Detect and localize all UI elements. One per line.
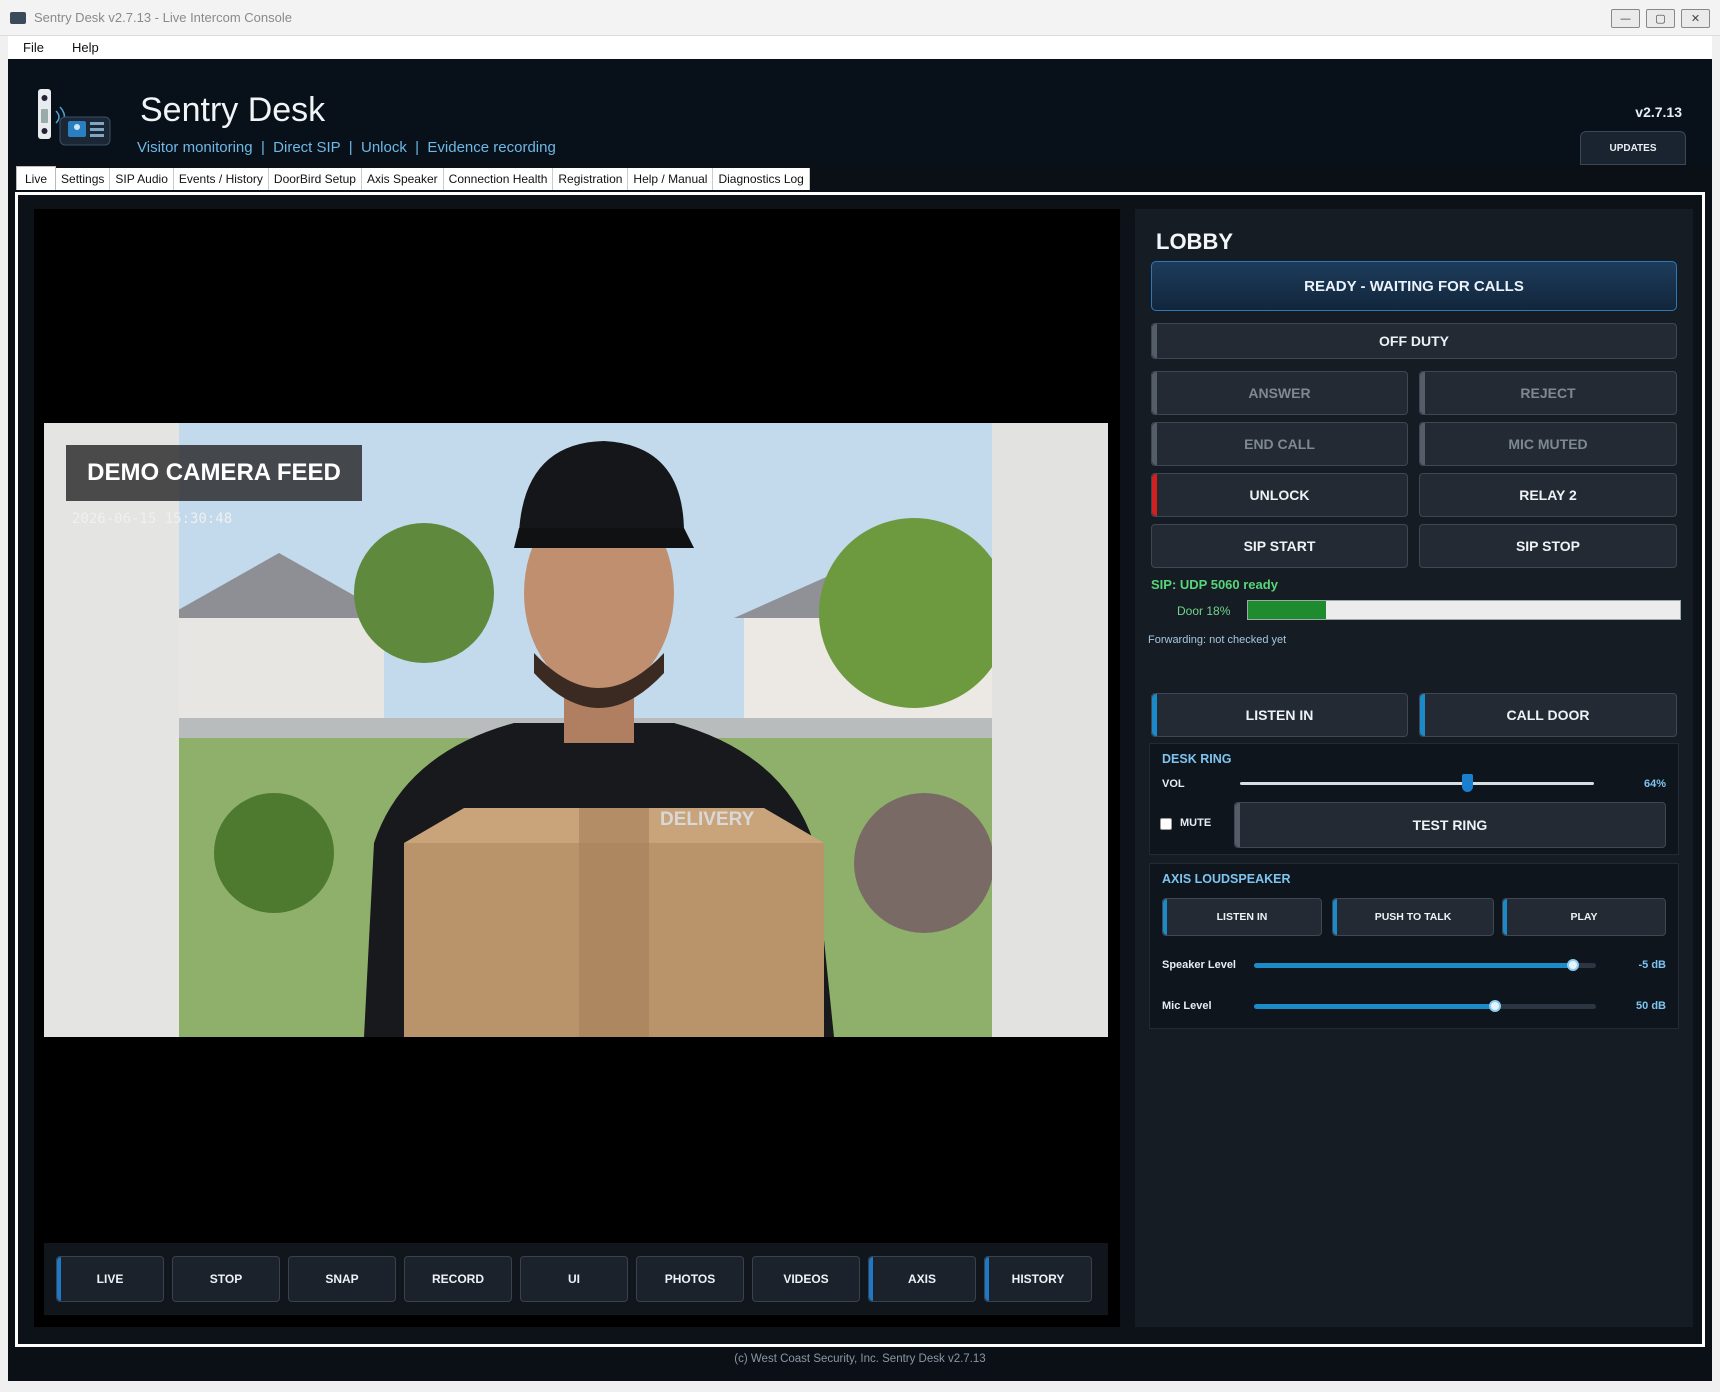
tab-live[interactable]: Live [16,166,57,190]
camera-timestamp: 2026-06-15 15:30:48 [72,511,233,527]
tab-help-manual[interactable]: Help / Manual [628,168,714,190]
relay-2-button[interactable]: RELAY 2 [1419,473,1677,517]
speaker-level-handle[interactable] [1567,959,1580,971]
stop-button[interactable]: STOP [172,1256,280,1302]
app-frame: Sentry Desk Visitor monitoring | Direct … [8,59,1712,1381]
off-duty-button[interactable]: OFF DUTY [1151,323,1677,359]
door-progress-label: Door 18% [1177,604,1231,618]
app-title: Sentry Desk [140,91,326,129]
app-header: Sentry Desk Visitor monitoring | Direct … [8,59,1712,165]
speaker-level-slider[interactable] [1254,963,1596,968]
window-title: Sentry Desk v2.7.13 - Live Intercom Cons… [34,10,292,25]
sip-stop-button[interactable]: SIP STOP [1419,524,1677,568]
tab-sip-audio[interactable]: SIP Audio [110,168,174,190]
door-progress-bar [1247,600,1681,620]
photos-button[interactable]: PHOTOS [636,1256,744,1302]
tab-diagnostics-log[interactable]: Diagnostics Log [713,168,810,190]
menu-file[interactable]: File [23,40,44,55]
camera-feed[interactable]: DEMO CAMERA FEED 2026-06-15 15:30:48 DEL… [44,423,1108,1037]
play-button[interactable]: PLAY [1502,898,1666,936]
door-name: LOBBY [1156,229,1233,254]
mic-level-slider[interactable] [1254,1004,1596,1009]
axis-title: AXIS LOUDSPEAKER [1162,872,1291,886]
tab-registration[interactable]: Registration [553,168,629,190]
video-toolbar: LIVE STOP SNAP RECORD UI PHOTOS VIDEOS A… [44,1243,1108,1315]
mic-level-handle[interactable] [1488,1000,1501,1012]
unlock-button[interactable]: UNLOCK [1151,473,1408,517]
speaker-level-value: -5 dB [1638,959,1667,971]
close-button[interactable]: ✕ [1681,9,1710,28]
sip-status: SIP: UDP 5060 ready [1151,577,1278,592]
mic-muted-button[interactable]: MIC MUTED [1419,422,1677,466]
menu-bar: File Help [8,36,1712,59]
tab-connection-health[interactable]: Connection Health [443,168,554,190]
intercom-logo-icon [38,89,111,146]
history-button[interactable]: HISTORY [984,1256,1092,1302]
footer-copyright: (c) West Coast Security, Inc. Sentry Des… [734,1353,986,1365]
desk-ring-section: DESK RING VOL 64% MUTE TEST RING [1149,743,1679,855]
ui-button[interactable]: UI [520,1256,628,1302]
tab-doorbird-setup[interactable]: DoorBird Setup [268,168,362,190]
video-area: DEMO CAMERA FEED 2026-06-15 15:30:48 DEL… [34,209,1120,1327]
door-progress-fill [1248,601,1326,619]
end-call-button[interactable]: END CALL [1151,422,1408,466]
desk-ring-title: DESK RING [1162,752,1232,766]
answer-button[interactable]: ANSWER [1151,371,1408,415]
sip-start-button[interactable]: SIP START [1151,524,1408,568]
listen-in-button[interactable]: LISTEN IN [1151,693,1408,737]
call-door-button[interactable]: CALL DOOR [1419,693,1677,737]
axis-button[interactable]: AXIS [868,1256,976,1302]
minimize-button[interactable]: — [1611,9,1640,28]
axis-loudspeaker-section: AXIS LOUDSPEAKER LISTEN IN PUSH TO TALK … [1149,863,1679,1029]
speaker-level-label: Speaker Level [1162,959,1236,971]
record-button[interactable]: RECORD [404,1256,512,1302]
vol-slider-track[interactable] [1240,782,1594,785]
test-ring-button[interactable]: TEST RING [1234,802,1666,848]
mic-level-value: 50 dB [1636,1000,1666,1012]
app-icon [10,11,26,24]
vol-label: VOL [1162,778,1185,790]
reject-button[interactable]: REJECT [1419,371,1677,415]
videos-button[interactable]: VIDEOS [752,1256,860,1302]
vol-slider-handle[interactable] [1461,774,1473,792]
axis-listen-in-button[interactable]: LISTEN IN [1162,898,1322,936]
forwarding-status: Forwarding: not checked yet [1148,634,1287,646]
maximize-button[interactable]: ▢ [1646,9,1675,28]
snap-button[interactable]: SNAP [288,1256,396,1302]
version-label: v2.7.13 [1635,104,1682,120]
menu-help[interactable]: Help [72,40,99,55]
app-subtitle: Visitor monitoring | Direct SIP | Unlock… [137,139,556,156]
camera-overlay-label: DEMO CAMERA FEED [66,445,362,501]
mic-level-label: Mic Level [1162,1000,1212,1012]
control-panel: LOBBY READY - WAITING FOR CALLS OFF DUTY… [1135,209,1693,1327]
tab-settings[interactable]: Settings [56,168,111,190]
updates-button[interactable]: UPDATES [1580,131,1686,165]
mute-label: MUTE [1180,817,1212,829]
live-button[interactable]: LIVE [56,1256,164,1302]
mute-checkbox[interactable] [1160,818,1172,830]
vol-value: 64% [1643,778,1666,790]
shirt-text: DELIVERY [660,809,755,830]
push-to-talk-button[interactable]: PUSH TO TALK [1332,898,1494,936]
tab-bar: Live Settings SIP Audio Events / History… [16,166,810,190]
tab-axis-speaker[interactable]: Axis Speaker [361,168,444,190]
tab-events-history[interactable]: Events / History [173,168,269,190]
title-bar: Sentry Desk v2.7.13 - Live Intercom Cons… [0,0,1720,36]
call-status-banner: READY - WAITING FOR CALLS [1151,261,1677,311]
